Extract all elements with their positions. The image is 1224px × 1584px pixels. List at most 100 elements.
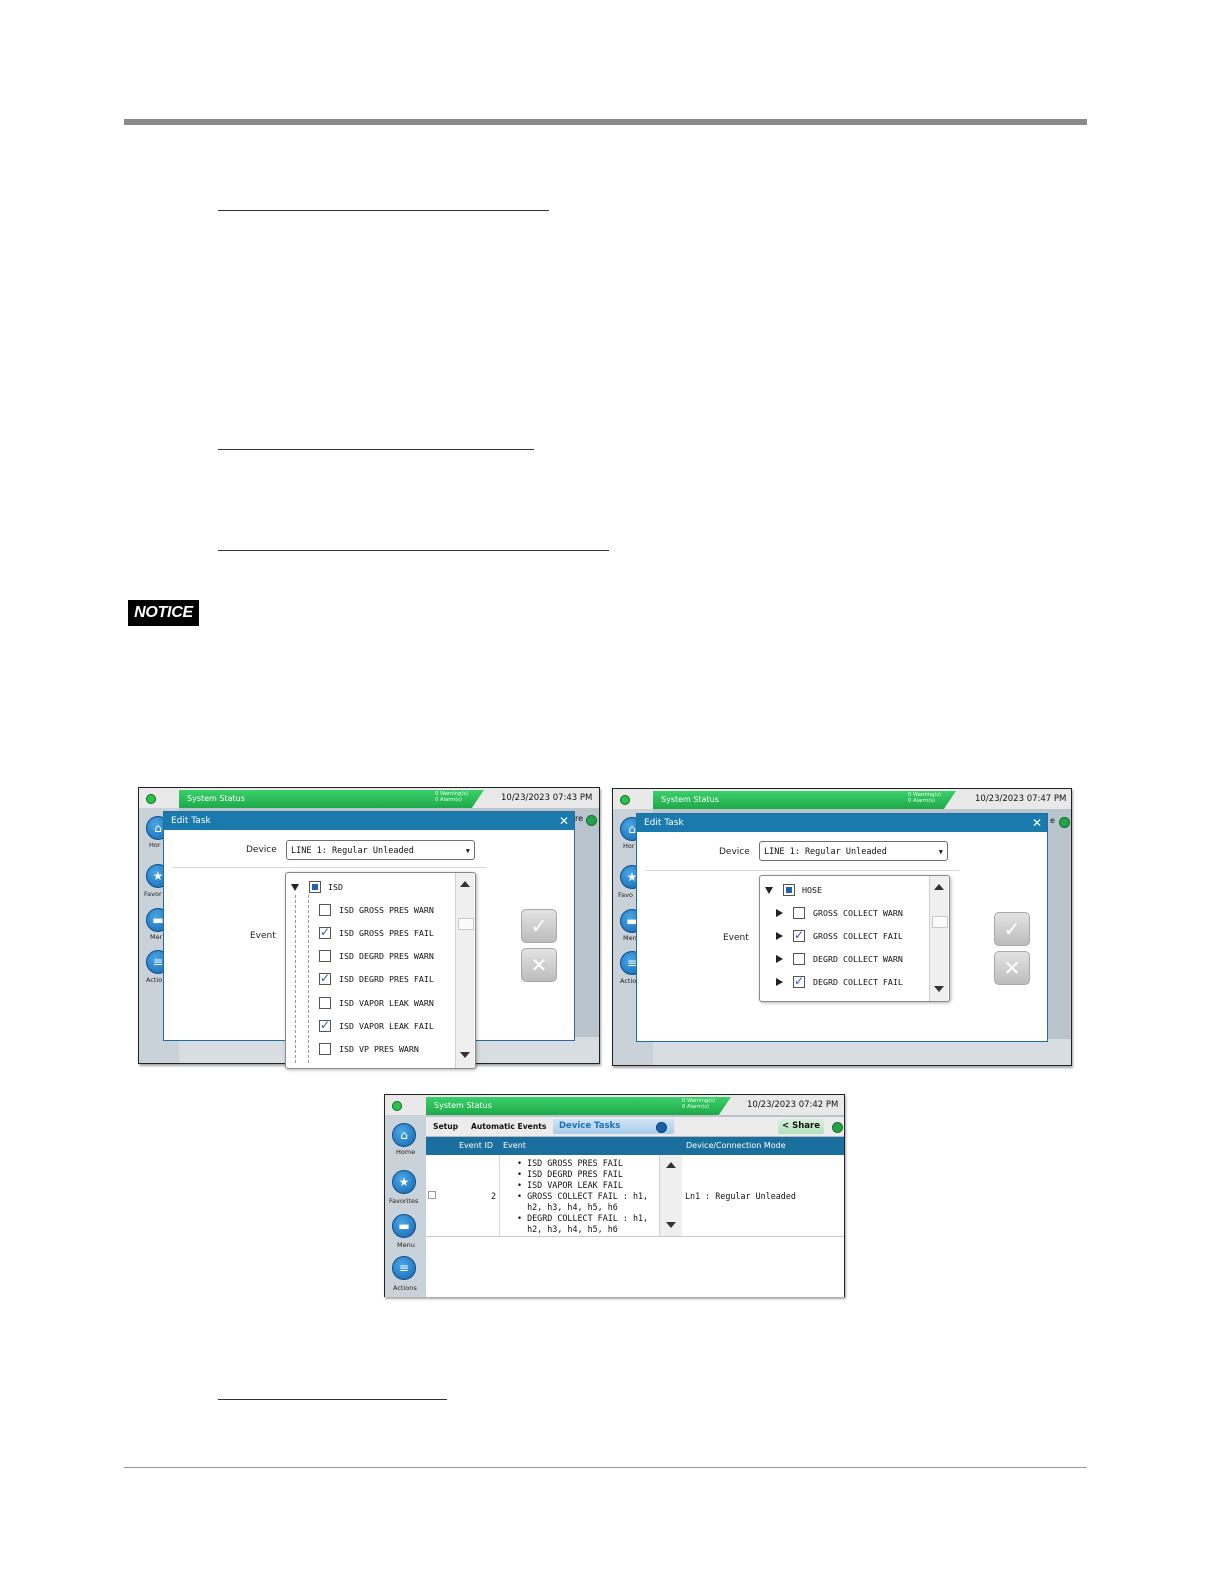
event-line: h2, h3, h4, h5, h6: [517, 1202, 618, 1212]
event-line: h2, h3, h4, h5, h6: [517, 1224, 618, 1234]
dialog-title-text: Edit Task: [644, 818, 684, 828]
confirm-button[interactable]: ✓: [521, 909, 557, 943]
checkbox-item-2[interactable]: [793, 928, 805, 942]
tab-setup[interactable]: Setup: [433, 1117, 458, 1136]
favorites-label: Favo: [618, 891, 633, 899]
favorites-label: Favor: [144, 890, 162, 898]
event-line: • ISD GROSS PRES FAIL: [517, 1158, 623, 1168]
scroll-down-icon[interactable]: [460, 1052, 470, 1058]
breadcrumb-tabs: Setup Automatic Events Device Tasks < Sh…: [426, 1117, 844, 1137]
background-strip: [653, 1039, 1071, 1065]
behind-tab-text: e: [1050, 816, 1055, 825]
row-checkbox[interactable]: [428, 1191, 436, 1199]
datetime: 10/23/2023 07:47 PM: [975, 794, 1067, 804]
actions-label: Actions: [393, 1284, 417, 1292]
dialog-title-text: Edit Task: [171, 816, 211, 826]
sidebar: ⌂ Home ★ Favorites ▬ Menu ≡ Actions: [385, 1115, 426, 1297]
event-tree-list-hose[interactable]: HOSE GROSS COLLECT WARN GROSS COLLECT FA…: [759, 875, 950, 1002]
screenshot-device-tasks: System Status 0 Warning(s) 0 Alarm(s) 10…: [384, 1094, 845, 1297]
checkbox-root[interactable]: [309, 881, 321, 893]
cancel-button[interactable]: ✕: [521, 948, 557, 982]
alarm-count: 0 Alarm(s): [682, 1104, 709, 1110]
checkbox-item-1[interactable]: [319, 904, 331, 916]
tree-item-label: GROSS COLLECT FAIL: [813, 931, 903, 941]
tree-item-label: ISD VAPOR LEAK FAIL: [339, 1021, 434, 1031]
menu-icon[interactable]: ▬: [392, 1214, 416, 1238]
alarm-count: 0 Alarm(s): [435, 797, 462, 803]
scroll-up-icon[interactable]: [666, 1162, 676, 1168]
cancel-button[interactable]: ✕: [994, 951, 1030, 985]
expand-right-icon[interactable]: [776, 955, 783, 963]
tree-item-label: ISD GROSS PRES WARN: [339, 905, 434, 915]
x-icon: ✕: [530, 953, 548, 977]
chevron-down-icon: ▼: [465, 847, 470, 855]
close-icon[interactable]: ✕: [1032, 815, 1042, 831]
behind-dropdown-icon: [586, 815, 597, 826]
tree-root-label: HOSE: [802, 885, 822, 895]
checkbox-item-1[interactable]: [793, 907, 805, 919]
x-icon: ✕: [1003, 956, 1021, 980]
tree-guide-line: [295, 895, 296, 1063]
datetime: 10/23/2023 07:43 PM: [501, 793, 593, 803]
expand-right-icon[interactable]: [776, 932, 783, 940]
check-icon: ✓: [1003, 917, 1021, 941]
scroll-up-icon[interactable]: [460, 881, 470, 887]
heading-underline-4: [218, 1399, 447, 1400]
device-select-value: LINE 1: Regular Unleaded: [764, 847, 887, 857]
checkbox-item-3[interactable]: [793, 953, 805, 965]
screenshot-edit-task-hose: System Status 0 Warning(s) 0 Alarm(s) 10…: [612, 788, 1072, 1066]
scroll-up-icon[interactable]: [934, 884, 944, 890]
device-select[interactable]: LINE 1: Regular Unleaded ▼: [286, 840, 475, 860]
scrollbar[interactable]: [455, 873, 474, 1068]
home-icon[interactable]: ⌂: [392, 1123, 416, 1147]
device-select[interactable]: LINE 1: Regular Unleaded ▼: [759, 841, 948, 861]
expand-icon[interactable]: [765, 887, 773, 894]
table-header: Event ID Event Device/Connection Mode: [426, 1137, 844, 1155]
tab-device-tasks[interactable]: Device Tasks: [559, 1117, 620, 1136]
checkbox-item-4[interactable]: [793, 974, 805, 988]
event-scrollbar[interactable]: [659, 1155, 682, 1236]
column-divider: [499, 1155, 500, 1236]
checkbox-item-5[interactable]: [319, 997, 331, 1009]
header-event-id: Event ID: [459, 1141, 493, 1150]
scroll-thumb[interactable]: [932, 916, 948, 928]
checkbox-item-3[interactable]: [319, 950, 331, 962]
status-band[interactable]: System Status 0 Warning(s) 0 Alarm(s): [426, 1097, 731, 1115]
tree-item-label: ISD VAPOR LEAK WARN: [339, 998, 434, 1008]
table-row[interactable]: 2 • ISD GROSS PRES FAIL • ISD DEGRD PRES…: [426, 1155, 844, 1237]
event-line: • ISD VAPOR LEAK FAIL: [517, 1180, 623, 1190]
home-label: Hor: [623, 842, 635, 850]
status-bar: System Status 0 Warning(s) 0 Alarm(s) 10…: [385, 1095, 844, 1115]
alarm-count: 0 Alarm(s): [908, 798, 935, 804]
scroll-down-icon[interactable]: [666, 1222, 676, 1228]
checkbox-item-4[interactable]: [319, 971, 331, 985]
expand-icon[interactable]: [291, 884, 299, 891]
tree-item-label: GROSS COLLECT WARN: [813, 908, 903, 918]
heading-underline-2: [218, 449, 534, 450]
checkbox-item-6[interactable]: [319, 1018, 331, 1032]
tree-item-label: ISD VP PRES WARN: [339, 1044, 419, 1054]
checkbox-item-7[interactable]: [319, 1043, 331, 1055]
confirm-button[interactable]: ✓: [994, 912, 1030, 946]
tree-item-label: ISD GROSS PRES FAIL: [339, 928, 434, 938]
scroll-thumb[interactable]: [458, 918, 474, 930]
share-button[interactable]: < Share: [778, 1119, 824, 1134]
actions-icon[interactable]: ≡: [392, 1256, 416, 1280]
close-icon[interactable]: ✕: [559, 813, 569, 829]
scrollbar[interactable]: [929, 876, 948, 1001]
scroll-down-icon[interactable]: [934, 986, 944, 992]
event-tree-list-isd[interactable]: ISD ISD GROSS PRES WARN ISD GROSS PRES F…: [285, 872, 476, 1069]
status-band[interactable]: System Status 0 Warning(s) 0 Alarm(s): [653, 791, 956, 809]
notice-badge: NOTICE: [128, 600, 199, 626]
share-dropdown-icon[interactable]: [832, 1122, 843, 1133]
status-band[interactable]: System Status 0 Warning(s) 0 Alarm(s): [179, 790, 484, 808]
favorites-icon[interactable]: ★: [392, 1170, 416, 1194]
checkbox-item-2[interactable]: [319, 925, 331, 939]
tab-automatic-events[interactable]: Automatic Events: [471, 1117, 546, 1136]
expand-right-icon[interactable]: [776, 978, 783, 986]
tab-dropdown-icon[interactable]: [656, 1122, 667, 1133]
checkbox-root[interactable]: [783, 884, 795, 896]
heading-underline-1: [218, 210, 549, 211]
expand-right-icon[interactable]: [776, 909, 783, 917]
device-select-value: LINE 1: Regular Unleaded: [291, 846, 414, 856]
